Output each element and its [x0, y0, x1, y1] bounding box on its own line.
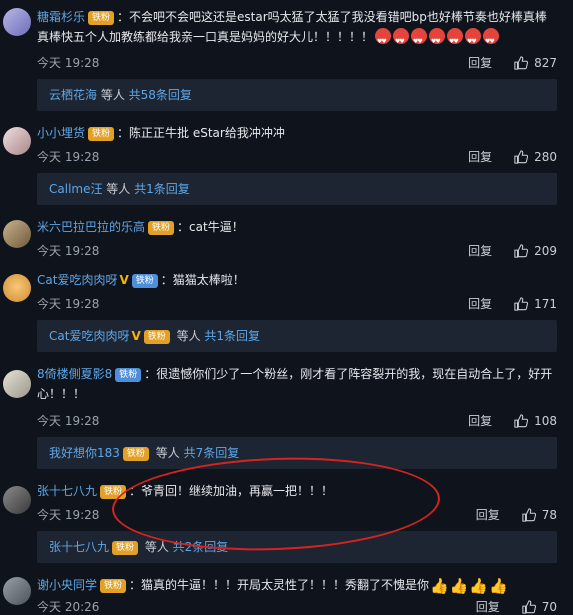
- fan-badge: 铁粉: [131, 274, 158, 288]
- avatar[interactable]: [3, 220, 31, 248]
- thumbs-up-icon[interactable]: [514, 413, 529, 428]
- like-count: 108: [534, 413, 557, 428]
- thumbs-up-emoji-icon: 👍👍👍👍: [430, 577, 508, 595]
- comment-text: ：猫猫太棒啦！: [160, 273, 245, 287]
- fan-badge: 铁粉: [88, 127, 115, 141]
- thumbs-up-icon[interactable]: [522, 599, 536, 614]
- like-count: 280: [534, 149, 557, 164]
- fan-badge: 铁粉: [115, 368, 142, 382]
- view-replies-link[interactable]: 共7条回复: [184, 446, 240, 460]
- reply-button[interactable]: 回复: [468, 54, 492, 71]
- timestamp: 今天 19:28: [37, 244, 100, 258]
- avatar[interactable]: [3, 370, 31, 398]
- comment-body: 8倚楼側夏影8 铁粉 ：很遗憾你们少了一个粉丝，刚才看了阵容裂开的我，现在自动合上了…: [37, 364, 557, 404]
- avatar[interactable]: [3, 486, 31, 514]
- reply-button[interactable]: 回复: [468, 148, 492, 165]
- reply-summary: Callme汪 等人 共1条回复: [37, 173, 557, 205]
- reply-username[interactable]: Callme汪: [49, 182, 102, 196]
- like-count: 78: [541, 507, 557, 522]
- thumbs-up-icon[interactable]: [514, 243, 529, 258]
- comment-body: 米六巴拉巴拉的乐高 铁粉 ：cat牛逼！: [37, 217, 557, 237]
- username[interactable]: 小小埋货: [37, 126, 85, 140]
- reply-button[interactable]: 回复: [468, 242, 492, 259]
- like-count: 171: [534, 296, 557, 311]
- comment-text: ：陈正正牛批 eStar给我冲冲冲: [117, 126, 285, 140]
- reply-username[interactable]: 云栖花海: [49, 88, 97, 102]
- thumbs-up-icon[interactable]: [522, 507, 536, 522]
- fan-badge: 铁粉: [143, 330, 170, 344]
- reply-summary: 云栖花海 等人 共58条回复: [37, 79, 557, 111]
- comment-body: 谢小央同学 铁粉 ：猫真的牛逼！！！开局太灵性了！！！秀翻了不愧是你👍👍👍👍: [37, 575, 557, 596]
- reply-summary: Cat爱吃肉肉呀 V 铁粉 等人 共1条回复: [37, 320, 557, 352]
- fan-badge: 铁粉: [112, 541, 139, 555]
- view-replies-link[interactable]: 共58条回复: [129, 88, 192, 102]
- username[interactable]: 8倚楼側夏影8: [37, 367, 112, 381]
- reply-mid-text: 等人: [151, 446, 184, 460]
- reply-mid-text: 等人: [172, 329, 205, 343]
- comment-actions: 回复 171: [468, 295, 557, 312]
- comment-actions: 回复 827: [468, 54, 557, 71]
- like-count: 827: [534, 55, 557, 70]
- like-count: 209: [534, 243, 557, 258]
- timestamp: 今天 19:28: [37, 150, 100, 164]
- avatar[interactable]: [3, 577, 31, 605]
- comment-text: ：cat牛逼！: [177, 220, 244, 234]
- username[interactable]: Cat爱吃肉肉呀: [37, 273, 117, 287]
- emoji-icon: [373, 28, 500, 52]
- fan-badge: 铁粉: [100, 579, 127, 593]
- comment-actions: 回复 209: [468, 242, 557, 259]
- timestamp: 今天 20:26: [37, 600, 100, 614]
- thumbs-up-icon[interactable]: [514, 296, 529, 311]
- thumbs-up-icon[interactable]: [514, 149, 529, 164]
- username[interactable]: 张十七八九: [37, 484, 97, 498]
- avatar[interactable]: [3, 127, 31, 155]
- reply-mid-text: 等人: [97, 88, 129, 102]
- like-count: 70: [541, 599, 557, 614]
- comment-actions: 回复 280: [468, 148, 557, 165]
- timestamp: 今天 19:28: [37, 414, 100, 428]
- reply-button[interactable]: 回复: [468, 295, 492, 312]
- comment-text: ：猫真的牛逼！！！开局太灵性了！！！秀翻了不愧是你: [129, 578, 430, 592]
- reply-username[interactable]: 我好想你183: [49, 446, 120, 460]
- verified-icon: V: [119, 273, 129, 287]
- fan-badge: 铁粉: [148, 221, 175, 235]
- comment-body: Cat爱吃肉肉呀 V 铁粉 ：猫猫太棒啦！: [37, 270, 557, 290]
- timestamp: 今天 19:28: [37, 508, 100, 522]
- avatar[interactable]: [3, 8, 31, 36]
- comment-body: 糖霜杉乐 铁粉 ：不会吧不会吧这还是estar吗太猛了太猛了我没看错吧bp也好棒节奏…: [37, 7, 557, 52]
- view-replies-link[interactable]: 共1条回复: [134, 182, 190, 196]
- reply-username[interactable]: Cat爱吃肉肉呀: [49, 329, 129, 343]
- comment-body: 小小埋货 铁粉 ：陈正正牛批 eStar给我冲冲冲: [37, 123, 557, 143]
- timestamp: 今天 19:28: [37, 56, 100, 70]
- reply-button[interactable]: 回复: [468, 412, 492, 429]
- verified-icon: V: [131, 329, 141, 343]
- username[interactable]: 米六巴拉巴拉的乐高: [37, 220, 145, 234]
- reply-mid-text: 等人: [102, 182, 135, 196]
- fan-badge: 铁粉: [122, 447, 149, 461]
- username[interactable]: 谢小央同学: [37, 578, 97, 592]
- reply-button[interactable]: 回复: [476, 506, 500, 523]
- reply-username[interactable]: 张十七八九: [49, 540, 109, 554]
- timestamp: 今天 19:28: [37, 297, 100, 311]
- fan-badge: 铁粉: [88, 11, 115, 25]
- reply-button[interactable]: 回复: [476, 598, 500, 615]
- comment-actions: 回复 78: [476, 506, 557, 523]
- comment-actions: 回复 70: [476, 598, 557, 615]
- avatar[interactable]: [3, 274, 31, 302]
- thumbs-up-icon[interactable]: [514, 55, 529, 70]
- comment-actions: 回复 108: [468, 412, 557, 429]
- username[interactable]: 糖霜杉乐: [37, 10, 85, 24]
- view-replies-link[interactable]: 共1条回复: [204, 329, 260, 343]
